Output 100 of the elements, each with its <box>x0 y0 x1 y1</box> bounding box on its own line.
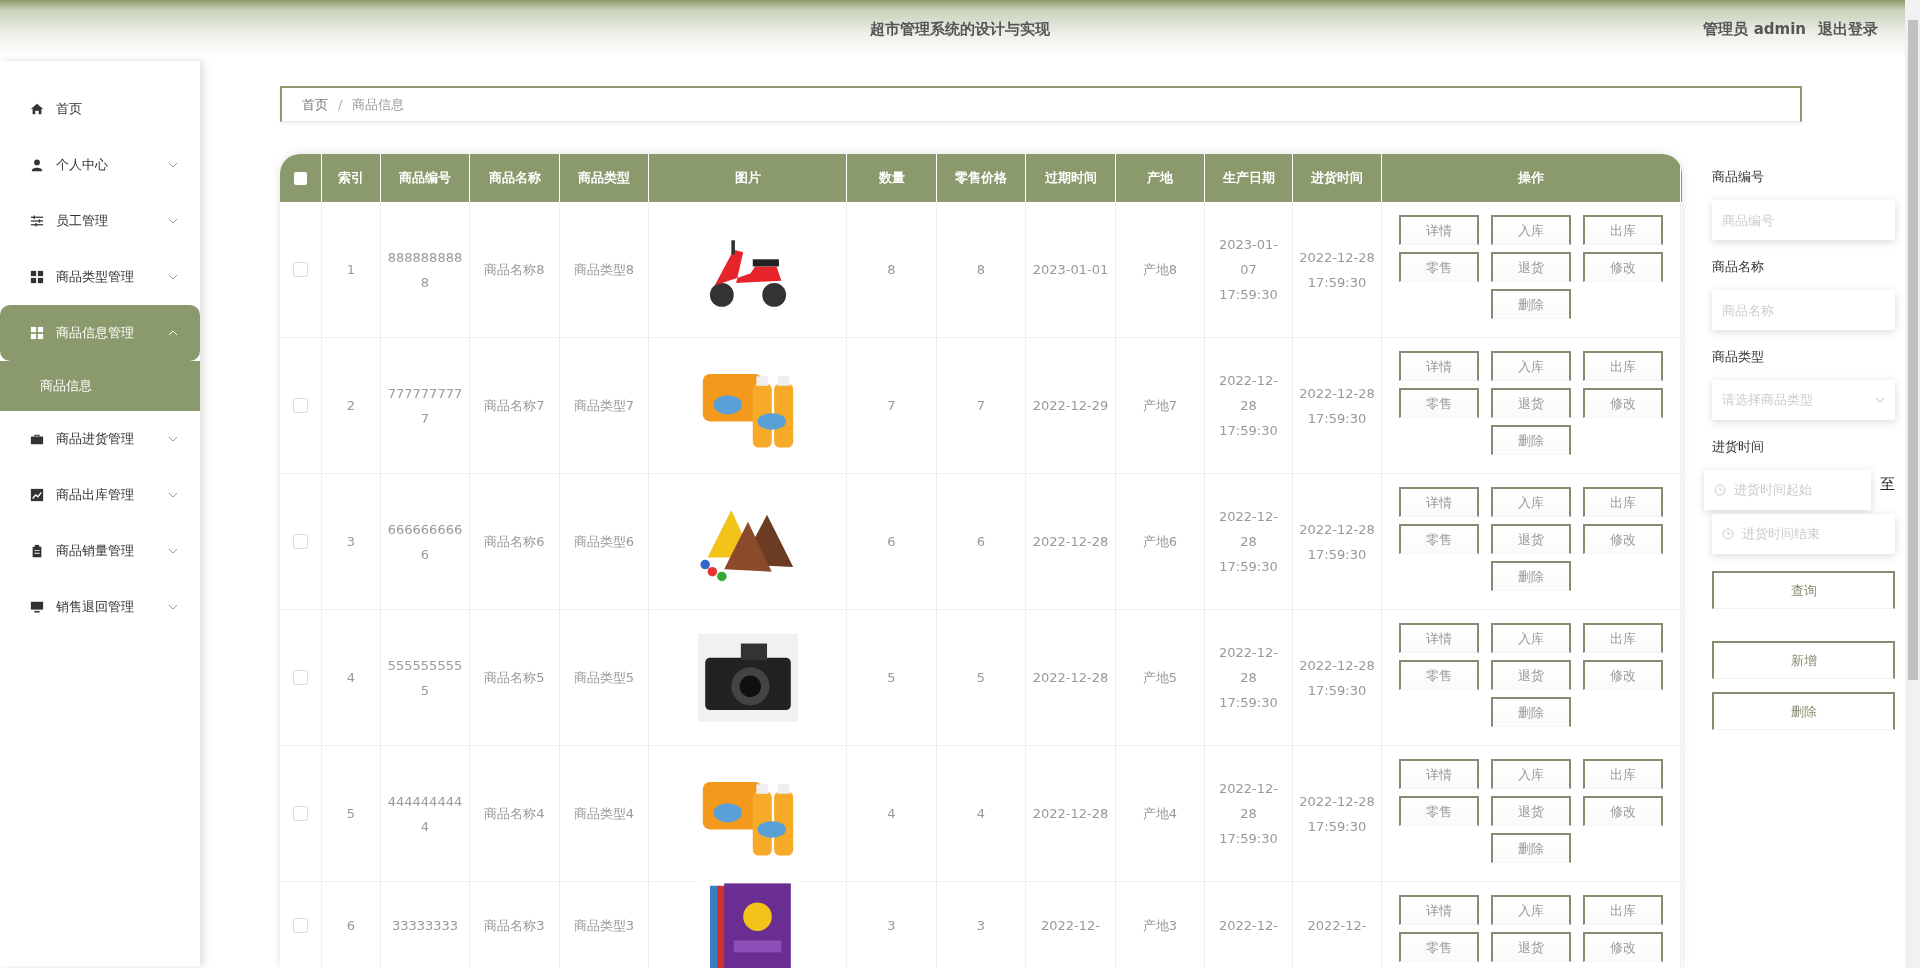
column-header: 索引 <box>338 169 364 187</box>
table-cell-text: 33333333 <box>391 916 459 935</box>
table-cell-text: 5555555555 <box>387 656 463 700</box>
action-button[interactable]: 删除 <box>1491 833 1571 863</box>
action-button[interactable]: 退货 <box>1491 660 1571 690</box>
table-cell-text: 商品类型8 <box>573 261 635 279</box>
table-cell-text: 商品名称3 <box>484 916 545 935</box>
action-button[interactable]: 详情 <box>1399 759 1479 789</box>
action-button[interactable]: 修改 <box>1583 660 1663 690</box>
action-button[interactable]: 详情 <box>1399 623 1479 653</box>
action-button[interactable]: 入库 <box>1491 351 1571 381</box>
table-cell-text: 2022-12-28 17:59:30 <box>1299 248 1375 292</box>
menu-item[interactable]: 销售退回管理 <box>0 579 200 635</box>
table-cell-text: 产地5 <box>1142 669 1178 687</box>
table-cell-text: 8 <box>887 261 896 279</box>
table-cell-text: 3 <box>976 916 986 935</box>
table-cell-text: 产地6 <box>1142 533 1178 551</box>
breadcrumb-link[interactable]: 商品信息 <box>352 95 405 114</box>
action-button[interactable]: 退货 <box>1491 252 1571 282</box>
action-button[interactable]: 入库 <box>1491 487 1571 517</box>
action-button[interactable]: 零售 <box>1399 932 1479 962</box>
row-checkbox[interactable] <box>293 917 308 933</box>
table-cell-text: 6 <box>887 533 896 551</box>
breadcrumb-link[interactable]: 首页 <box>302 95 328 114</box>
menu-item[interactable]: 商品类型管理 <box>0 249 200 305</box>
scrollbar[interactable] <box>1905 0 1920 968</box>
action-button[interactable]: 零售 <box>1399 660 1479 690</box>
action-button[interactable]: 零售 <box>1399 388 1479 418</box>
action-button[interactable]: 出库 <box>1583 487 1663 517</box>
menu-item[interactable]: 首页 <box>0 81 200 137</box>
action-button[interactable]: 删除 <box>1491 425 1571 455</box>
add-button[interactable]: 新增 <box>1712 641 1895 679</box>
row-checkbox[interactable] <box>293 398 308 413</box>
action-button[interactable]: 删除 <box>1491 697 1571 727</box>
chart-icon <box>30 488 44 502</box>
action-button[interactable]: 入库 <box>1491 215 1571 245</box>
action-button[interactable]: 入库 <box>1491 623 1571 653</box>
select-all-checkbox[interactable] <box>294 171 307 185</box>
column-header: 商品名称 <box>488 169 541 187</box>
admin-user: 管理员 admin <box>1703 20 1806 39</box>
table-cell-text: 2022-12-28 <box>1032 805 1109 823</box>
action-button[interactable]: 出库 <box>1583 895 1663 925</box>
table-cell-text: 5 <box>976 669 986 687</box>
table-cell-text: 商品名称8 <box>484 261 545 279</box>
home-icon <box>30 102 44 116</box>
column-header: 商品类型 <box>578 169 630 187</box>
row-checkbox[interactable] <box>293 670 308 685</box>
action-button[interactable]: 修改 <box>1583 524 1663 554</box>
table-cell-text: 5 <box>346 805 356 823</box>
action-button[interactable]: 详情 <box>1399 895 1479 925</box>
delete-button[interactable]: 删除 <box>1712 692 1895 730</box>
action-button[interactable]: 修改 <box>1583 252 1663 282</box>
action-button[interactable]: 详情 <box>1399 487 1479 517</box>
action-button[interactable]: 详情 <box>1399 215 1479 245</box>
table-cell-text: 产地7 <box>1142 397 1178 415</box>
table-cell-text: 8888888888 <box>387 248 463 292</box>
clock-icon <box>1722 528 1734 540</box>
action-button[interactable]: 详情 <box>1399 351 1479 381</box>
action-button[interactable]: 出库 <box>1583 215 1663 245</box>
action-button[interactable]: 出库 <box>1583 351 1663 381</box>
submenu-item[interactable]: 商品信息 <box>0 361 200 411</box>
chevron-down-icon <box>168 492 178 498</box>
table-cell-text: 商品名称4 <box>484 805 545 823</box>
table-cell-text: 2022-12-28 17:59:30 <box>1218 372 1279 440</box>
row-checkbox[interactable] <box>293 262 308 277</box>
table-cell-text: 8 <box>976 261 986 279</box>
action-button[interactable]: 修改 <box>1583 388 1663 418</box>
action-button[interactable]: 退货 <box>1491 932 1571 962</box>
menu-item[interactable]: 个人中心 <box>0 137 200 193</box>
action-button[interactable]: 零售 <box>1399 796 1479 826</box>
system-title: 超市管理系统的设计与实现 <box>870 20 1050 39</box>
action-button[interactable]: 退货 <box>1491 796 1571 826</box>
action-button[interactable]: 出库 <box>1583 623 1663 653</box>
action-button[interactable]: 删除 <box>1491 561 1571 591</box>
action-button[interactable]: 零售 <box>1399 524 1479 554</box>
action-button[interactable]: 修改 <box>1583 796 1663 826</box>
action-button[interactable]: 入库 <box>1491 895 1571 925</box>
menu-item[interactable]: 员工管理 <box>0 193 200 249</box>
search-button[interactable]: 查询 <box>1712 571 1895 609</box>
column-header: 生产日期 <box>1222 169 1275 187</box>
action-button[interactable]: 退货 <box>1491 388 1571 418</box>
action-button[interactable]: 删除 <box>1491 289 1571 319</box>
menu-item[interactable]: 商品信息管理 <box>0 305 200 361</box>
action-button[interactable]: 零售 <box>1399 252 1479 282</box>
row-checkbox[interactable] <box>293 534 308 549</box>
action-button[interactable]: 出库 <box>1583 759 1663 789</box>
action-button[interactable]: 入库 <box>1491 759 1571 789</box>
action-button[interactable]: 修改 <box>1583 932 1663 962</box>
menu-item[interactable]: 商品出库管理 <box>0 467 200 523</box>
logout-link[interactable]: 退出登录 <box>1818 20 1878 39</box>
menu-item[interactable]: 商品销量管理 <box>0 523 200 579</box>
row-checkbox[interactable] <box>293 806 308 821</box>
action-button[interactable]: 退货 <box>1491 524 1571 554</box>
table-cell-text: 商品类型3 <box>573 916 635 935</box>
table-cell-text: 4 <box>346 669 356 687</box>
column-header: 进货时间 <box>1311 169 1363 187</box>
menu-item[interactable]: 商品进货管理 <box>0 411 200 467</box>
column-header: 零售价格 <box>955 169 1007 187</box>
chevron-down-icon <box>1875 397 1885 403</box>
grid-icon <box>30 326 44 340</box>
